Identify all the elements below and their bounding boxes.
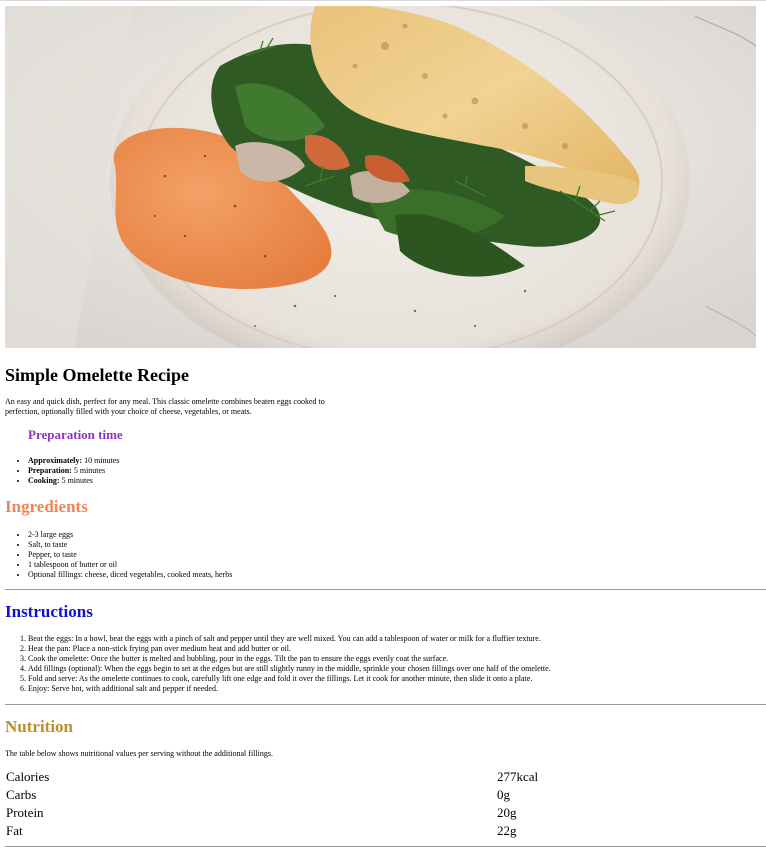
nutrient-value: 0g — [497, 787, 510, 802]
prep-value: 10 minutes — [84, 456, 120, 465]
ingredients-list: 2-3 large eggs Salt, to taste Pepper, to… — [28, 530, 232, 580]
recipe-description: An easy and quick dish, perfect for any … — [5, 397, 325, 416]
nutrition-description: The table below shows nutritional values… — [5, 749, 273, 758]
table-row: Calories 277kcal — [5, 768, 763, 786]
top-border — [0, 0, 766, 1]
page-title: Simple Omelette Recipe — [5, 365, 189, 385]
table-row: Fat 22g — [5, 822, 763, 840]
list-item: Salt, to taste — [28, 540, 232, 550]
instructions-heading: Instructions — [5, 602, 93, 621]
nutrition-heading: Nutrition — [5, 717, 73, 736]
instructions-list: Beat the eggs: In a bowl, beat the eggs … — [28, 634, 758, 694]
section-divider — [5, 589, 766, 590]
list-item: Heat the pan: Place a non-stick frying p… — [28, 644, 758, 654]
list-item: Optional fillings: cheese, diced vegetab… — [28, 570, 232, 580]
list-item: Preparation: 5 minutes — [28, 466, 119, 476]
nutrient-value: 277kcal — [497, 769, 539, 784]
preparation-heading: Preparation time — [28, 427, 123, 442]
nutrient-value: 20g — [497, 805, 517, 820]
nutrient-name: Fat — [6, 823, 23, 838]
nutrient-name: Protein — [6, 805, 44, 820]
list-item: Beat the eggs: In a bowl, beat the eggs … — [28, 634, 758, 644]
prep-label: Preparation: — [28, 466, 72, 475]
omelette-photo — [5, 6, 756, 348]
list-item: Cooking: 5 minutes — [28, 476, 119, 486]
preparation-list: Approximately: 10 minutes Preparation: 5… — [28, 456, 119, 486]
nutrient-name: Calories — [6, 769, 50, 784]
section-divider — [5, 704, 766, 705]
ingredients-heading: Ingredients — [5, 497, 88, 516]
prep-value: 5 minutes — [61, 476, 93, 485]
nutrient-name: Carbs — [6, 787, 37, 802]
table-row: Carbs 0g — [5, 786, 763, 804]
list-item: 2-3 large eggs — [28, 530, 232, 540]
list-item: 1 tablespoon of butter or oil — [28, 560, 232, 570]
prep-label: Approximately: — [28, 456, 83, 465]
omelette-plate-image — [5, 6, 756, 348]
list-item: Fold and serve: As the omelette continue… — [28, 674, 758, 684]
nutrient-value: 22g — [497, 823, 517, 838]
table-row: Protein 20g — [5, 804, 763, 822]
section-divider — [5, 846, 766, 847]
list-item: Approximately: 10 minutes — [28, 456, 119, 466]
prep-label: Cooking: — [28, 476, 60, 485]
list-item: Pepper, to taste — [28, 550, 232, 560]
prep-value: 5 minutes — [73, 466, 106, 475]
list-item: Cook the omelette: Once the butter is me… — [28, 654, 758, 664]
nutrition-table: Calories 277kcal Carbs 0g Protein 20g Fa… — [5, 768, 763, 840]
list-item: Add fillings (optional): When the eggs b… — [28, 664, 758, 674]
list-item: Enjoy: Serve hot, with additional salt a… — [28, 684, 758, 694]
